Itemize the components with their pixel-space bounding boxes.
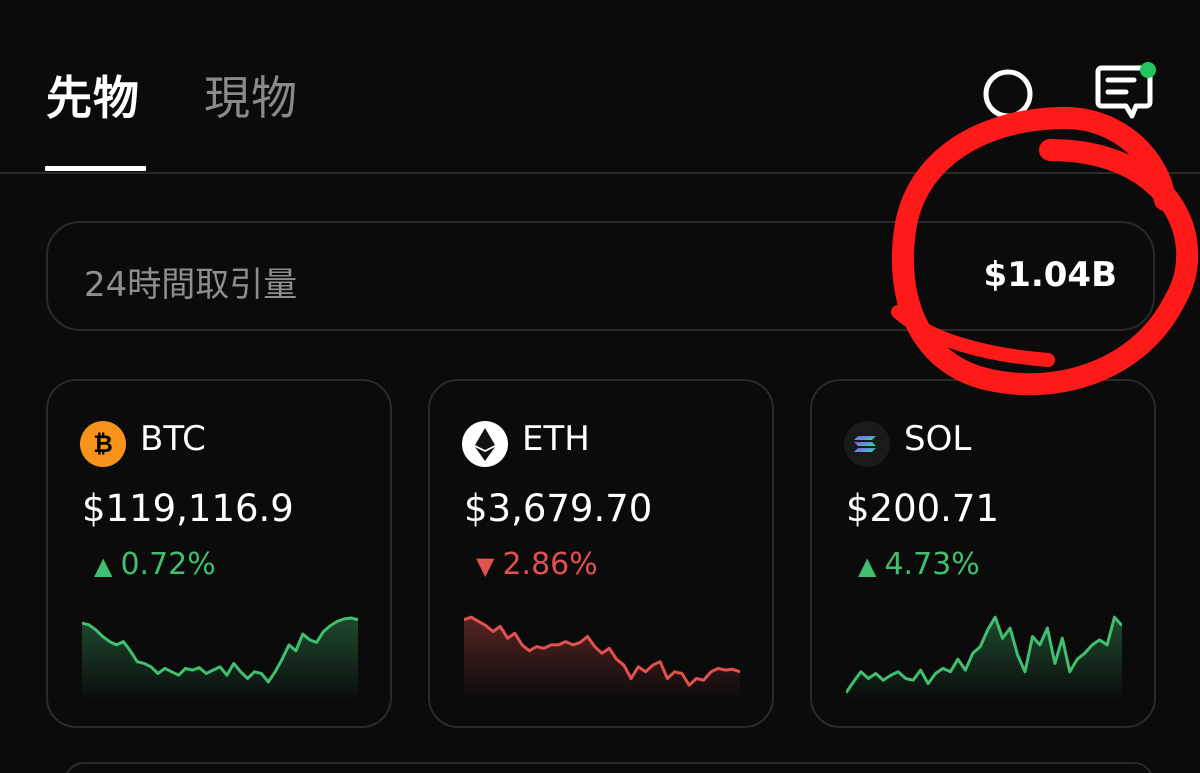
coin-price: $119,116.9: [82, 487, 294, 530]
coin-price: $200.71: [846, 487, 1000, 530]
coin-change: ▲ 0.72%: [94, 547, 216, 582]
coin-symbol: ETH: [522, 419, 590, 459]
header-divider: [0, 172, 1200, 174]
tab-spot[interactable]: 現物: [204, 62, 298, 128]
coin-change: ▲ 4.73%: [858, 547, 980, 582]
sparkline-chart: [82, 616, 358, 701]
search-icon[interactable]: [978, 66, 1038, 126]
coin-change-value: 0.72%: [120, 547, 216, 582]
up-arrow-icon: ▲: [858, 552, 877, 580]
ethereum-icon: [462, 421, 508, 467]
sparkline-area: [464, 617, 740, 701]
coin-price: $3,679.70: [464, 487, 653, 530]
coin-change-value: 2.86%: [502, 547, 598, 582]
notification-dot: [1140, 62, 1156, 78]
coin-change-value: 4.73%: [884, 547, 980, 582]
sparkline-chart: [846, 615, 1122, 701]
sparkline-chart: [464, 615, 740, 701]
up-arrow-icon: ▲: [94, 552, 113, 580]
solana-icon: [844, 421, 890, 467]
sparkline-area: [846, 617, 1122, 701]
volume-value: $1.04B: [983, 255, 1117, 295]
coin-card-sol[interactable]: SOL $200.71 ▲ 4.73%: [810, 379, 1156, 728]
futures-screen: 先物 現物 24時間取引量 $1.04B ₿ BTC $119,116.9 ▲ 0…: [0, 0, 1200, 773]
bottom-card-partial: [64, 762, 1154, 773]
volume-label: 24時間取引量: [84, 265, 298, 305]
message-icon[interactable]: [1088, 60, 1160, 126]
coin-change: ▼ 2.86%: [476, 547, 598, 582]
volume-bar: 24時間取引量 $1.04B: [46, 221, 1155, 331]
active-tab-indicator: [45, 166, 146, 171]
coin-symbol: BTC: [140, 419, 206, 459]
tab-futures[interactable]: 先物: [46, 62, 140, 128]
coin-card-eth[interactable]: ETH $3,679.70 ▼ 2.86%: [428, 379, 774, 728]
down-arrow-icon: ▼: [476, 552, 495, 580]
bitcoin-icon: ₿: [80, 421, 126, 467]
sparkline-area: [82, 618, 358, 701]
svg-text:₿: ₿: [93, 430, 113, 458]
coin-symbol: SOL: [904, 419, 972, 459]
coin-card-btc[interactable]: ₿ BTC $119,116.9 ▲ 0.72%: [46, 379, 392, 728]
